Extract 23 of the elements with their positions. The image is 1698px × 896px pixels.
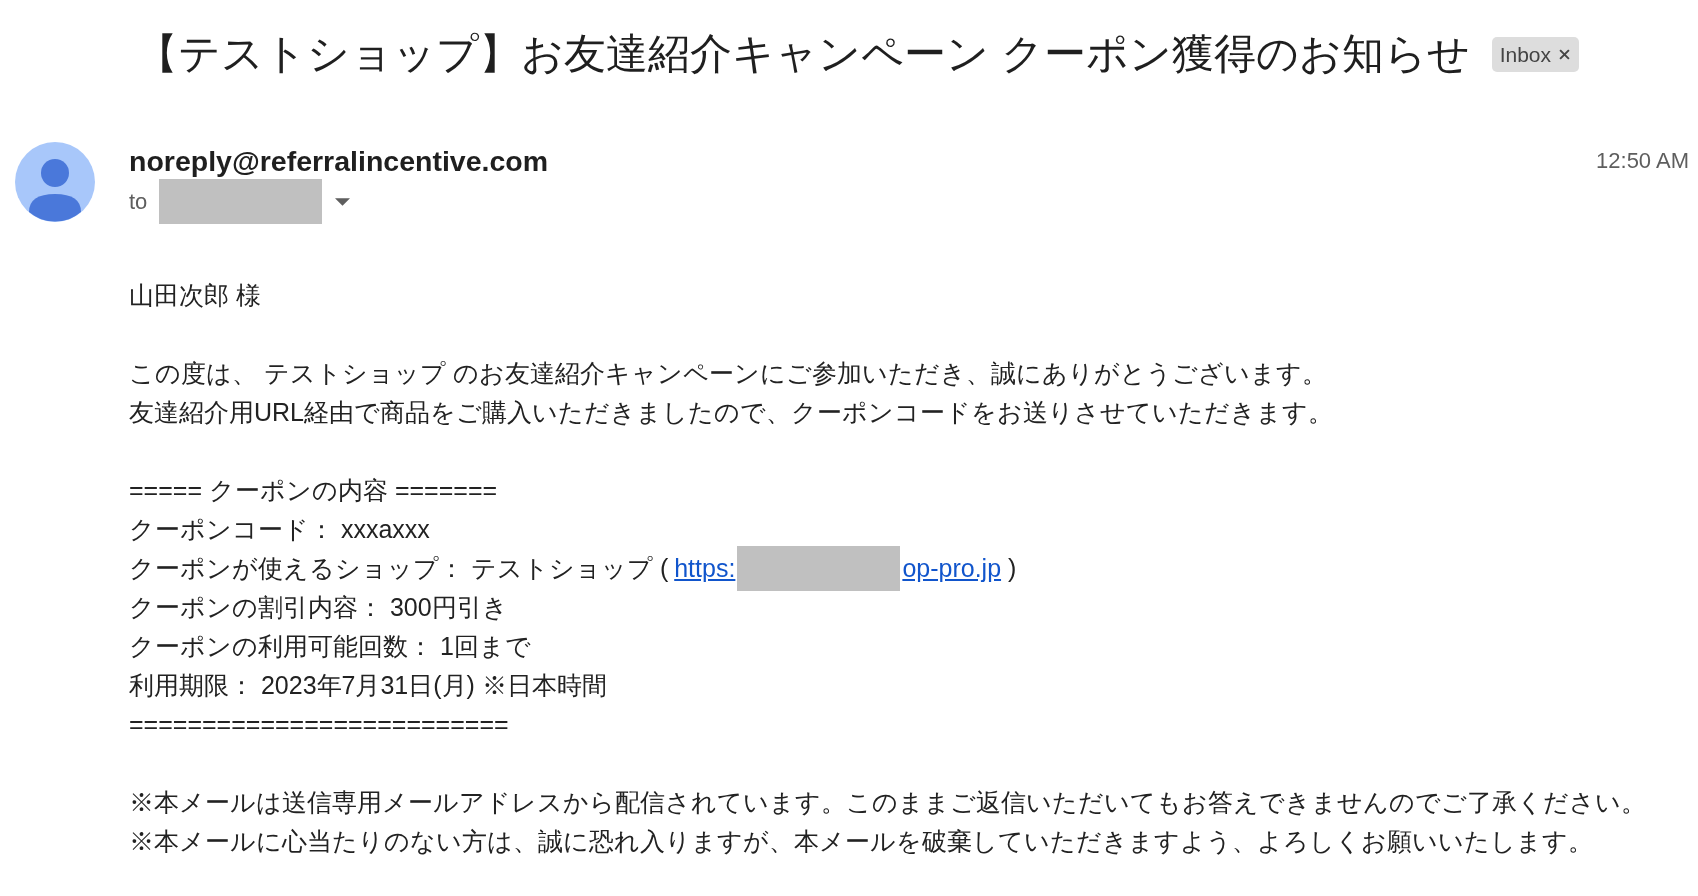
body-text: この度は、 テストショップ のお友達紹介キャンペーンにご参加いただき、誠にありがとうございます。 bbox=[129, 358, 1327, 389]
body-text: クーポンが使えるショップ： テストショップ ( bbox=[129, 553, 669, 584]
body-text: クーポンの割引内容： 300円引き bbox=[129, 592, 508, 623]
body-text: ) bbox=[1008, 553, 1017, 584]
caret-icon[interactable] bbox=[335, 197, 351, 206]
body-text: ※本メールに心当たりのない方は、誠に恐れ入りますが、本メールを破棄していただきますよう、よろしくお願いいたします。 bbox=[129, 826, 1593, 857]
shop-link[interactable]: op-pro.jp bbox=[902, 549, 1002, 588]
body-text: 友達紹介用URL経由で商品をご購入いただきましたので、クーポンコードをお送りさせていただきます。 bbox=[129, 397, 1333, 428]
sender-address: noreply@referralincentive.com bbox=[129, 146, 549, 176]
body-text: ※本メールは送信専用メールアドレスから配信されています。このままご返信いただいてもお答えできませんのでご了承ください。 bbox=[129, 787, 1646, 818]
body-text: クーポンの利用可能回数： 1回まで bbox=[129, 631, 531, 662]
recipient-prefix: to bbox=[129, 188, 148, 215]
label-text: Inbox bbox=[1499, 41, 1552, 67]
email-subject: 【テストショップ】お友達紹介キャンペーン クーポン獲得のお知らせ bbox=[136, 29, 1470, 79]
timestamp: 12:50 AM bbox=[1596, 147, 1689, 175]
body-text: ========================== bbox=[129, 709, 509, 740]
shop-link[interactable]: https: bbox=[674, 549, 736, 588]
avatar-icon bbox=[15, 142, 95, 222]
body-text: クーポンコード： xxxaxxx bbox=[129, 514, 430, 545]
body-text: 利用期限： 2023年7月31日(月) ※日本時間 bbox=[129, 670, 607, 701]
body-text: ===== クーポンの内容 ======= bbox=[129, 475, 498, 506]
body-text: 山田次郎 様 bbox=[129, 280, 261, 311]
close-icon[interactable] bbox=[1559, 48, 1571, 60]
